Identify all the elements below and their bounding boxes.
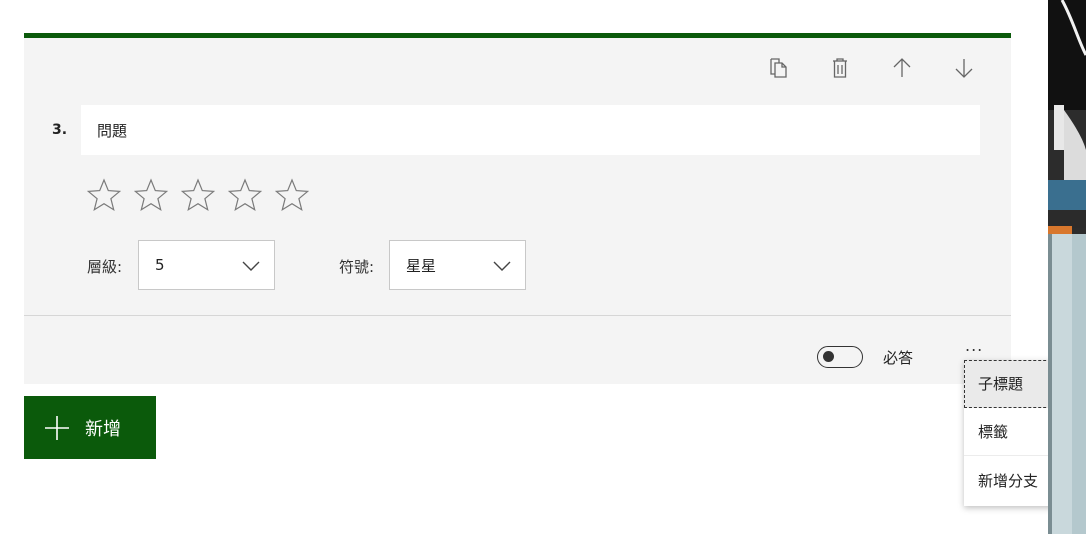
levels-select[interactable]: 5 (138, 240, 275, 290)
chevron-down-icon (493, 258, 511, 276)
arrow-up-icon (893, 58, 911, 77)
menu-item-subtitle[interactable]: 子標題 (964, 360, 1061, 408)
required-label: 必答 (883, 349, 914, 367)
arrow-down-icon (955, 59, 973, 78)
symbol-label: 符號: (339, 258, 375, 276)
star-icon (180, 178, 216, 211)
card-divider (24, 315, 1011, 316)
star-icon (274, 178, 310, 211)
star-icon (133, 178, 169, 211)
trash-icon (833, 58, 847, 78)
menu-item-tag[interactable]: 標籤 (964, 408, 1061, 456)
required-toggle[interactable] (817, 346, 863, 368)
levels-value: 5 (155, 256, 165, 274)
chevron-down-icon (242, 258, 260, 276)
copy-button[interactable] (747, 48, 809, 88)
rating-star-2[interactable] (133, 178, 169, 212)
move-up-button[interactable] (871, 48, 933, 88)
rating-star-1[interactable] (86, 178, 122, 212)
star-icon (86, 178, 122, 211)
more-options-button[interactable]: ... (965, 336, 983, 355)
levels-label: 層級: (87, 258, 123, 276)
more-options-menu: 子標題 標籤 新增分支 (964, 360, 1061, 506)
question-title-text: 問題 (97, 121, 128, 140)
question-title-input[interactable]: 問題 (81, 105, 980, 155)
copy-icon (770, 58, 787, 78)
star-icon (227, 178, 263, 211)
question-card: 3. 問題 層級: 5 符號: 星星 必答 ... (24, 33, 1011, 384)
rating-star-4[interactable] (227, 178, 263, 212)
rating-stars (86, 178, 310, 212)
toggle-knob (823, 351, 834, 362)
menu-item-add-branch[interactable]: 新增分支 (964, 456, 1061, 504)
add-button-label: 新增 (85, 418, 121, 440)
rating-star-5[interactable] (274, 178, 310, 212)
symbol-value: 星星 (406, 256, 437, 275)
move-down-button[interactable] (933, 48, 995, 88)
plus-icon (43, 414, 71, 442)
rating-star-3[interactable] (180, 178, 216, 212)
background-image-strip (1048, 0, 1086, 534)
symbol-select[interactable]: 星星 (389, 240, 526, 290)
question-number: 3. (52, 122, 68, 138)
delete-button[interactable] (809, 48, 871, 88)
add-question-button[interactable]: 新增 (24, 396, 156, 459)
question-toolbar (747, 48, 995, 88)
